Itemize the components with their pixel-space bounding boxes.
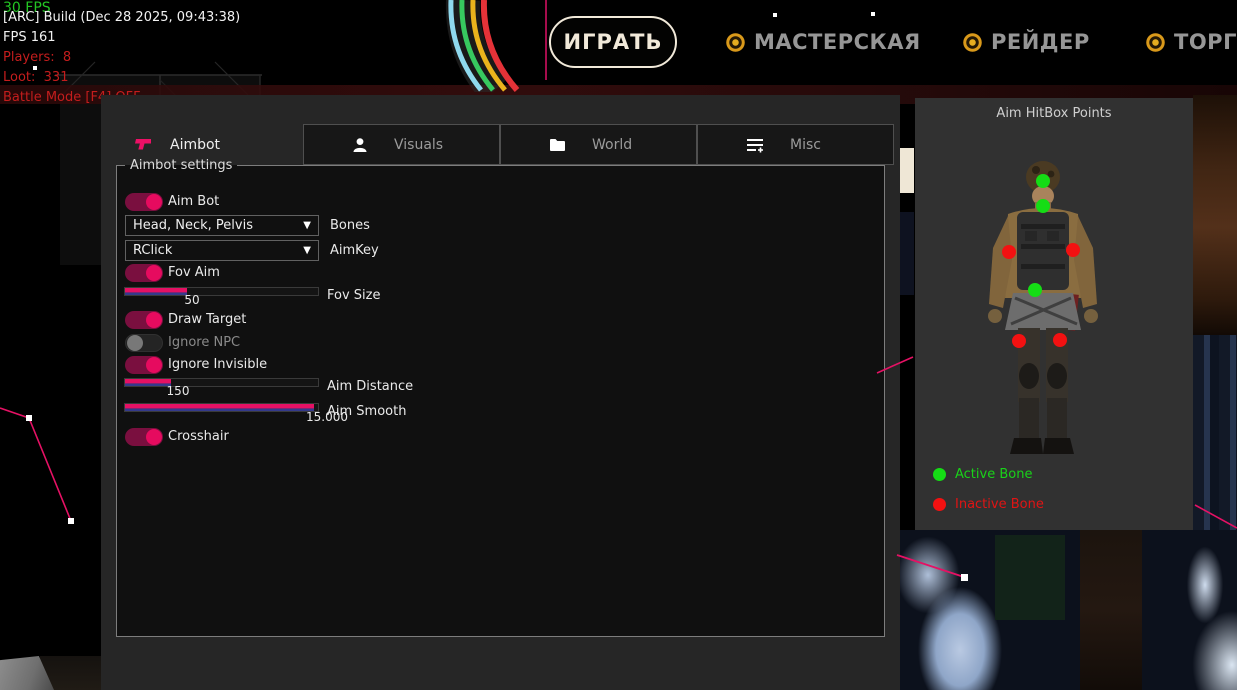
folder-icon [549, 138, 566, 152]
menu-item-label: ТОРГО [1174, 30, 1237, 54]
menu-item-label: РЕЙДЕР [991, 30, 1090, 54]
crosshair-label: Crosshair [168, 428, 229, 446]
bones-value: Head, Neck, Pelvis [133, 218, 253, 233]
legend-active-bone: Active Bone [933, 467, 1032, 482]
hud-players-count: Players: 8 [3, 50, 71, 65]
menu-item-raider[interactable]: РЕЙДЕР [963, 29, 1090, 55]
ignore-npc-toggle[interactable] [125, 334, 163, 352]
hitbox-point-pelvis [1028, 283, 1042, 297]
toggle-knob [146, 265, 162, 281]
toggle-knob [146, 194, 162, 210]
hitbox-point-neck [1036, 199, 1050, 213]
background-pillars [1193, 335, 1237, 530]
esp-dot [773, 13, 777, 17]
tab-label: World [592, 137, 632, 153]
aim-distance-value: 150 [143, 384, 213, 398]
background-rust-wall [1193, 95, 1237, 335]
tab-label: Visuals [394, 137, 443, 153]
hitbox-point-left-hip [1012, 334, 1026, 348]
game-screen: 30 FPS [ARC] Build (Dec 28 2025, 09:43:3… [0, 0, 1237, 690]
chevron-down-icon: ▼ [303, 220, 311, 231]
slider-fill [125, 404, 314, 411]
bones-dropdown[interactable]: Head, Neck, Pelvis ▼ [125, 215, 319, 236]
fov-aim-toggle[interactable] [125, 264, 163, 282]
crosshair-toggle[interactable] [125, 428, 163, 446]
player-model [915, 98, 1193, 530]
aimkey-value: RClick [133, 243, 172, 258]
background-navy-block [898, 212, 914, 295]
esp-dot [871, 12, 875, 16]
aimkey-label: AimKey [330, 243, 379, 258]
aimkey-dropdown[interactable]: RClick ▼ [125, 240, 319, 261]
fov-size-value: 50 [157, 293, 227, 307]
hitbox-point-left-shoulder [1002, 245, 1016, 259]
toggle-knob [127, 335, 143, 351]
background-exit-sign [995, 535, 1065, 620]
draw-target-label: Draw Target [168, 311, 246, 329]
legend-label: Active Bone [955, 467, 1032, 482]
bones-label: Bones [330, 218, 370, 233]
legend-label: Inactive Bone [955, 497, 1044, 512]
hud-fps-counter: FPS 161 [3, 30, 56, 45]
aim-smooth-label: Aim Smooth [327, 404, 406, 419]
neon-rainbow-sign [425, 0, 555, 92]
ignore-invisible-label: Ignore Invisible [168, 356, 267, 374]
coin-icon [726, 33, 745, 52]
coin-icon [1146, 33, 1165, 52]
hud-loot-count: Loot: 331 [3, 70, 68, 85]
ignore-invisible-toggle[interactable] [125, 356, 163, 374]
background-bottom-right [900, 530, 1237, 690]
toggle-knob [146, 357, 162, 373]
coin-icon [963, 33, 982, 52]
person-icon [352, 137, 368, 153]
inactive-bone-icon [933, 498, 946, 511]
toggle-knob [146, 312, 162, 328]
active-bone-icon [933, 468, 946, 481]
hitbox-point-right-shoulder [1066, 243, 1080, 257]
aim-smooth-slider[interactable] [124, 403, 319, 412]
aim-bot-label: Aim Bot [168, 193, 219, 211]
fov-size-label: Fov Size [327, 288, 380, 303]
toggle-knob [146, 429, 162, 445]
cheat-panel: Aimbot Visuals World Misc [101, 95, 900, 690]
draw-target-toggle[interactable] [125, 311, 163, 329]
menu-item-trade[interactable]: ТОРГО [1146, 29, 1237, 55]
hud-build-info: [ARC] Build (Dec 28 2025, 09:43:38) [3, 10, 240, 25]
menu-item-workshop[interactable]: МАСТЕРСКАЯ [726, 29, 921, 55]
aim-distance-label: Aim Distance [327, 379, 413, 394]
background-dark-column [1080, 530, 1142, 690]
sliders-icon [746, 137, 764, 153]
ignore-npc-label: Ignore NPC [168, 334, 240, 352]
play-button[interactable]: ИГРАТЬ [549, 16, 677, 68]
tab-label: Misc [790, 137, 821, 153]
tab-label: Aimbot [170, 137, 220, 153]
fov-aim-label: Fov Aim [168, 264, 220, 282]
menu-item-label: МАСТЕРСКАЯ [754, 30, 921, 54]
legend-inactive-bone: Inactive Bone [933, 497, 1044, 512]
hitbox-point-right-hip [1053, 333, 1067, 347]
aim-bot-toggle[interactable] [125, 193, 163, 211]
chevron-down-icon: ▼ [303, 245, 311, 256]
hitbox-panel: Aim HitBox Points [915, 98, 1193, 530]
pistol-icon [135, 137, 152, 152]
hitbox-point-head [1036, 174, 1050, 188]
group-title: Aimbot settings [125, 158, 237, 173]
